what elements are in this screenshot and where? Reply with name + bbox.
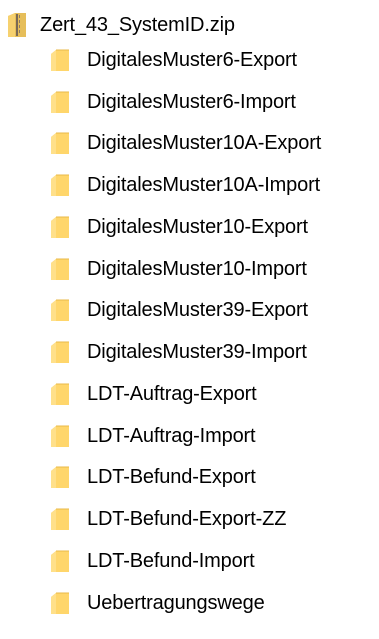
tree-item-folder[interactable]: LDT-Auftrag-Import	[50, 419, 256, 453]
folder-icon	[51, 508, 69, 530]
folder-icon	[51, 550, 69, 572]
tree-item-folder[interactable]: DigitalesMuster39-Export	[50, 293, 308, 327]
tree-item-folder[interactable]: DigitalesMuster39-Import	[50, 335, 307, 369]
zip-folder-tree: Zert_43_SystemID.zip DigitalesMuster6-Ex…	[0, 0, 379, 639]
folder-icon	[51, 174, 69, 196]
tree-item-folder[interactable]: DigitalesMuster6-Import	[50, 85, 296, 119]
tree-item-folder[interactable]: LDT-Befund-Export	[50, 460, 256, 494]
tree-item-folder[interactable]: DigitalesMuster6-Export	[50, 43, 297, 77]
tree-item-label: LDT-Auftrag-Export	[87, 383, 257, 405]
folder-icon	[51, 425, 69, 447]
tree-item-label: LDT-Befund-Import	[87, 550, 255, 572]
folder-icon	[51, 49, 69, 71]
folder-icon	[51, 216, 69, 238]
folder-icon	[51, 91, 69, 113]
zip-folder-icon	[8, 13, 26, 37]
tree-item-folder[interactable]: Uebertragungswege	[50, 586, 265, 620]
tree-item-folder[interactable]: DigitalesMuster10A-Import	[50, 168, 320, 202]
tree-item-folder[interactable]: DigitalesMuster10-Export	[50, 210, 308, 244]
tree-item-label: DigitalesMuster39-Export	[87, 299, 308, 321]
tree-item-folder[interactable]: LDT-Befund-Export-ZZ	[50, 502, 286, 536]
tree-item-label: DigitalesMuster10-Export	[87, 216, 308, 238]
folder-icon	[51, 592, 69, 614]
folder-icon	[51, 466, 69, 488]
folder-icon	[51, 341, 69, 363]
tree-item-label: LDT-Befund-Export-ZZ	[87, 508, 287, 530]
folder-icon	[51, 383, 69, 405]
tree-item-label: DigitalesMuster6-Export	[87, 49, 297, 71]
tree-item-label: DigitalesMuster10A-Export	[87, 132, 322, 154]
tree-item-folder[interactable]: LDT-Auftrag-Export	[50, 377, 257, 411]
tree-item-folder[interactable]: LDT-Befund-Import	[50, 544, 255, 578]
tree-item-label: DigitalesMuster6-Import	[87, 91, 296, 113]
folder-icon	[51, 132, 69, 154]
tree-item-zip-root[interactable]: Zert_43_SystemID.zip	[6, 9, 235, 41]
tree-item-label: DigitalesMuster39-Import	[87, 341, 307, 363]
folder-icon	[51, 299, 69, 321]
tree-item-label: Zert_43_SystemID.zip	[40, 14, 235, 36]
tree-item-label: DigitalesMuster10A-Import	[87, 174, 320, 196]
tree-item-label: LDT-Befund-Export	[87, 466, 256, 488]
tree-item-folder[interactable]: DigitalesMuster10A-Export	[50, 126, 321, 160]
tree-item-label: LDT-Auftrag-Import	[87, 425, 256, 447]
tree-item-folder[interactable]: DigitalesMuster10-Import	[50, 252, 307, 286]
tree-item-label: Uebertragungswege	[87, 592, 265, 614]
folder-icon	[51, 258, 69, 280]
tree-item-label: DigitalesMuster10-Import	[87, 258, 307, 280]
